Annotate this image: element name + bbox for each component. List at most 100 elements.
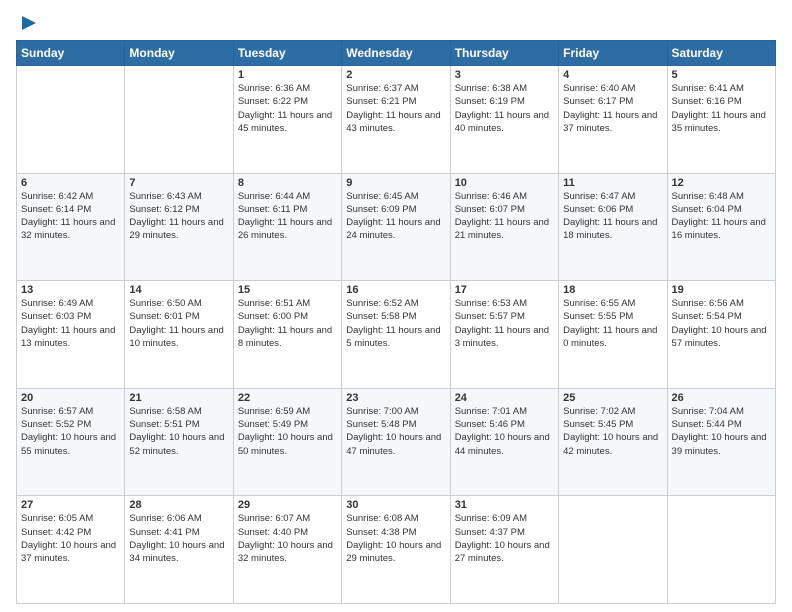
daylight-text: Daylight: 11 hours and 29 minutes. <box>129 216 228 243</box>
daylight-text: Daylight: 11 hours and 5 minutes. <box>346 324 445 351</box>
sunset-text: Sunset: 5:46 PM <box>455 418 554 431</box>
day-number: 8 <box>238 177 337 189</box>
calendar-cell: 8Sunrise: 6:44 AMSunset: 6:11 PMDaylight… <box>233 173 341 281</box>
daylight-text: Daylight: 11 hours and 16 minutes. <box>672 216 771 243</box>
calendar-cell: 19Sunrise: 6:56 AMSunset: 5:54 PMDayligh… <box>667 281 775 389</box>
sunset-text: Sunset: 6:06 PM <box>563 203 662 216</box>
sunrise-text: Sunrise: 6:52 AM <box>346 297 445 310</box>
daylight-text: Daylight: 10 hours and 42 minutes. <box>563 431 662 458</box>
sunrise-text: Sunrise: 6:45 AM <box>346 190 445 203</box>
calendar-day-header: Friday <box>559 41 667 66</box>
calendar-cell: 12Sunrise: 6:48 AMSunset: 6:04 PMDayligh… <box>667 173 775 281</box>
day-number: 30 <box>346 499 445 511</box>
daylight-text: Daylight: 10 hours and 29 minutes. <box>346 539 445 566</box>
daylight-text: Daylight: 10 hours and 47 minutes. <box>346 431 445 458</box>
day-number: 3 <box>455 69 554 81</box>
sunset-text: Sunset: 4:40 PM <box>238 526 337 539</box>
daylight-text: Daylight: 11 hours and 10 minutes. <box>129 324 228 351</box>
calendar-cell: 3Sunrise: 6:38 AMSunset: 6:19 PMDaylight… <box>450 66 558 174</box>
calendar-cell: 4Sunrise: 6:40 AMSunset: 6:17 PMDaylight… <box>559 66 667 174</box>
calendar-cell: 9Sunrise: 6:45 AMSunset: 6:09 PMDaylight… <box>342 173 450 281</box>
daylight-text: Daylight: 11 hours and 35 minutes. <box>672 109 771 136</box>
sunset-text: Sunset: 6:01 PM <box>129 310 228 323</box>
sunset-text: Sunset: 6:07 PM <box>455 203 554 216</box>
daylight-text: Daylight: 10 hours and 52 minutes. <box>129 431 228 458</box>
day-number: 21 <box>129 392 228 404</box>
daylight-text: Daylight: 10 hours and 50 minutes. <box>238 431 337 458</box>
daylight-text: Daylight: 11 hours and 8 minutes. <box>238 324 337 351</box>
calendar-cell: 11Sunrise: 6:47 AMSunset: 6:06 PMDayligh… <box>559 173 667 281</box>
calendar-cell: 1Sunrise: 6:36 AMSunset: 6:22 PMDaylight… <box>233 66 341 174</box>
calendar-cell <box>125 66 233 174</box>
calendar-cell: 7Sunrise: 6:43 AMSunset: 6:12 PMDaylight… <box>125 173 233 281</box>
sunrise-text: Sunrise: 6:50 AM <box>129 297 228 310</box>
calendar-week-row: 6Sunrise: 6:42 AMSunset: 6:14 PMDaylight… <box>17 173 776 281</box>
sunset-text: Sunset: 5:44 PM <box>672 418 771 431</box>
daylight-text: Daylight: 10 hours and 55 minutes. <box>21 431 120 458</box>
calendar-cell: 10Sunrise: 6:46 AMSunset: 6:07 PMDayligh… <box>450 173 558 281</box>
calendar-cell: 29Sunrise: 6:07 AMSunset: 4:40 PMDayligh… <box>233 496 341 604</box>
day-number: 25 <box>563 392 662 404</box>
daylight-text: Daylight: 10 hours and 57 minutes. <box>672 324 771 351</box>
calendar-cell: 31Sunrise: 6:09 AMSunset: 4:37 PMDayligh… <box>450 496 558 604</box>
calendar-cell <box>667 496 775 604</box>
sunset-text: Sunset: 4:38 PM <box>346 526 445 539</box>
sunset-text: Sunset: 5:48 PM <box>346 418 445 431</box>
sunset-text: Sunset: 5:58 PM <box>346 310 445 323</box>
calendar-cell: 17Sunrise: 6:53 AMSunset: 5:57 PMDayligh… <box>450 281 558 389</box>
calendar-cell: 16Sunrise: 6:52 AMSunset: 5:58 PMDayligh… <box>342 281 450 389</box>
sunrise-text: Sunrise: 6:59 AM <box>238 405 337 418</box>
calendar-header-row: SundayMondayTuesdayWednesdayThursdayFrid… <box>17 41 776 66</box>
day-number: 11 <box>563 177 662 189</box>
calendar-cell: 22Sunrise: 6:59 AMSunset: 5:49 PMDayligh… <box>233 388 341 496</box>
sunset-text: Sunset: 4:42 PM <box>21 526 120 539</box>
calendar-day-header: Sunday <box>17 41 125 66</box>
sunset-text: Sunset: 5:54 PM <box>672 310 771 323</box>
calendar-cell <box>17 66 125 174</box>
sunrise-text: Sunrise: 6:09 AM <box>455 512 554 525</box>
sunrise-text: Sunrise: 6:42 AM <box>21 190 120 203</box>
sunset-text: Sunset: 5:49 PM <box>238 418 337 431</box>
day-number: 13 <box>21 284 120 296</box>
calendar-cell: 20Sunrise: 6:57 AMSunset: 5:52 PMDayligh… <box>17 388 125 496</box>
calendar-day-header: Thursday <box>450 41 558 66</box>
daylight-text: Daylight: 11 hours and 37 minutes. <box>563 109 662 136</box>
sunset-text: Sunset: 5:51 PM <box>129 418 228 431</box>
sunset-text: Sunset: 4:41 PM <box>129 526 228 539</box>
day-number: 6 <box>21 177 120 189</box>
daylight-text: Daylight: 11 hours and 45 minutes. <box>238 109 337 136</box>
sunset-text: Sunset: 4:37 PM <box>455 526 554 539</box>
sunrise-text: Sunrise: 6:55 AM <box>563 297 662 310</box>
day-number: 2 <box>346 69 445 81</box>
daylight-text: Daylight: 11 hours and 40 minutes. <box>455 109 554 136</box>
sunrise-text: Sunrise: 7:04 AM <box>672 405 771 418</box>
day-number: 24 <box>455 392 554 404</box>
sunset-text: Sunset: 6:11 PM <box>238 203 337 216</box>
sunset-text: Sunset: 5:52 PM <box>21 418 120 431</box>
day-number: 26 <box>672 392 771 404</box>
daylight-text: Daylight: 11 hours and 21 minutes. <box>455 216 554 243</box>
sunrise-text: Sunrise: 6:36 AM <box>238 82 337 95</box>
day-number: 4 <box>563 69 662 81</box>
calendar-week-row: 20Sunrise: 6:57 AMSunset: 5:52 PMDayligh… <box>17 388 776 496</box>
calendar-cell: 15Sunrise: 6:51 AMSunset: 6:00 PMDayligh… <box>233 281 341 389</box>
day-number: 16 <box>346 284 445 296</box>
sunset-text: Sunset: 6:16 PM <box>672 95 771 108</box>
sunset-text: Sunset: 6:22 PM <box>238 95 337 108</box>
sunrise-text: Sunrise: 6:37 AM <box>346 82 445 95</box>
sunrise-text: Sunrise: 7:00 AM <box>346 405 445 418</box>
calendar-cell: 18Sunrise: 6:55 AMSunset: 5:55 PMDayligh… <box>559 281 667 389</box>
calendar-day-header: Wednesday <box>342 41 450 66</box>
day-number: 14 <box>129 284 228 296</box>
day-number: 10 <box>455 177 554 189</box>
daylight-text: Daylight: 10 hours and 32 minutes. <box>238 539 337 566</box>
header <box>16 12 776 34</box>
calendar-cell: 13Sunrise: 6:49 AMSunset: 6:03 PMDayligh… <box>17 281 125 389</box>
day-number: 31 <box>455 499 554 511</box>
calendar-week-row: 13Sunrise: 6:49 AMSunset: 6:03 PMDayligh… <box>17 281 776 389</box>
sunrise-text: Sunrise: 6:06 AM <box>129 512 228 525</box>
sunset-text: Sunset: 6:00 PM <box>238 310 337 323</box>
daylight-text: Daylight: 11 hours and 3 minutes. <box>455 324 554 351</box>
daylight-text: Daylight: 10 hours and 34 minutes. <box>129 539 228 566</box>
daylight-text: Daylight: 11 hours and 18 minutes. <box>563 216 662 243</box>
